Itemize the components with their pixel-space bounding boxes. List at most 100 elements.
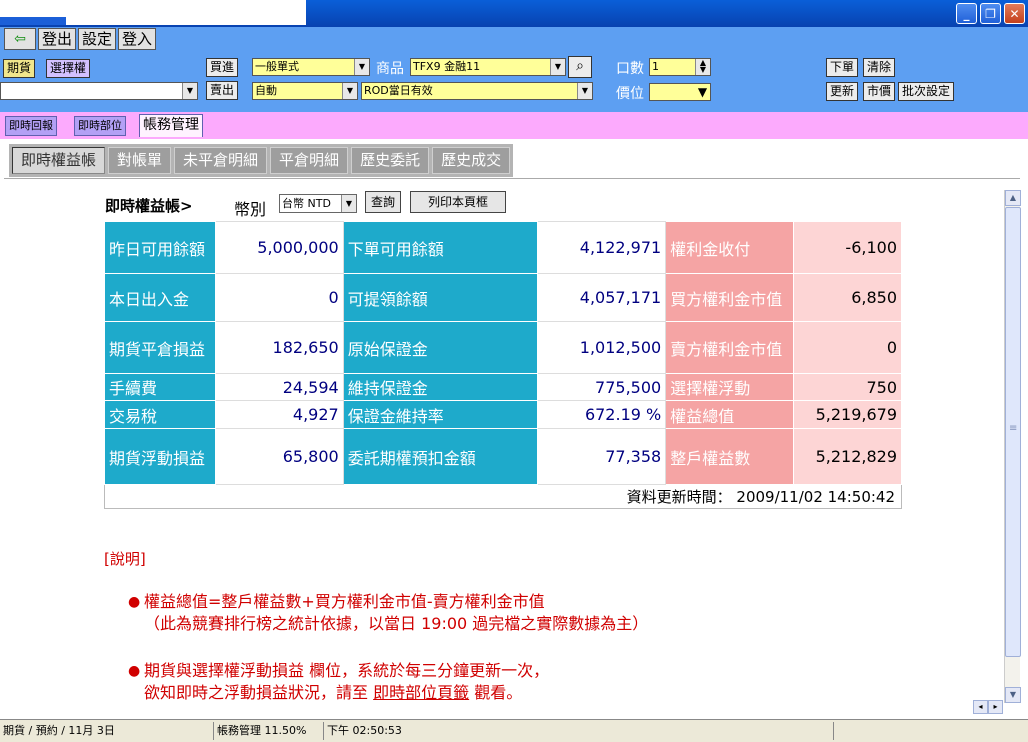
query-button[interactable]: 查詢 (365, 191, 401, 213)
label-cell: 期貨平倉損益 (104, 321, 216, 374)
order-mode-value: 自動 (255, 84, 277, 97)
futures-button[interactable]: 期貨 (3, 59, 36, 78)
note-text: 期貨與選擇權浮動損益 欄位，系統於每三分鐘更新一次， (144, 661, 550, 680)
buy-button[interactable]: 買進 (206, 58, 239, 77)
value-cell: 65,800 (214, 428, 344, 485)
label-cell: 手續費 (104, 373, 216, 401)
tab-open-positions[interactable]: 未平倉明細 (174, 147, 268, 174)
scroll-thumb[interactable] (1005, 207, 1021, 657)
label-cell: 選擇權浮動 (665, 373, 794, 401)
price-select[interactable]: ▼ (649, 83, 711, 101)
tab-statement[interactable]: 對帳單 (108, 147, 172, 174)
update-time-row: 資料更新時間： 2009/11/02 14:50:42 (104, 484, 902, 509)
tab-realtime-reports[interactable]: 即時回報 (5, 116, 57, 136)
value-cell: 5,212,829 (792, 428, 903, 485)
status-module: 帳務管理 11.50% (214, 722, 324, 740)
value-cell: 4,057,171 (537, 273, 667, 322)
order-type-select[interactable]: 一般單式 ▼ (252, 58, 370, 76)
note-text-post: 觀看。 (474, 683, 523, 702)
value-cell: -6,100 (792, 221, 903, 274)
positions-tab-link[interactable]: 即時部位頁籤 (373, 683, 469, 702)
note-text: 權益總值=整戶權益數+買方權利金市值-賣方權利金市值 (144, 592, 545, 611)
value-cell: 0 (792, 321, 903, 374)
quantity-stepper[interactable]: 1 ▲ ▼ (649, 58, 711, 76)
pin-icon[interactable]: ⇦ (4, 28, 36, 50)
scroll-up-icon[interactable]: ▲ (1005, 190, 1021, 206)
quantity-label: 口數 (616, 61, 644, 77)
product-label: 商品 (376, 61, 404, 77)
currency-select[interactable]: 台幣 NTD ▼ (279, 194, 357, 213)
sell-button[interactable]: 賣出 (206, 81, 239, 100)
place-order-button[interactable]: 下單 (826, 58, 859, 77)
value-cell: 672.19 % (537, 400, 667, 429)
label-cell: 維持保證金 (342, 373, 539, 401)
product-value: TFX9 金融11 (413, 60, 481, 73)
tab-order-history[interactable]: 歷史委託 (351, 147, 430, 174)
duration-select[interactable]: ROD當日有效 ▼ (361, 82, 593, 100)
close-button[interactable]: ✕ (1004, 3, 1025, 24)
scroll-left-icon[interactable]: ◂ (973, 700, 988, 714)
notes-title: [說明] (104, 550, 146, 568)
product-select[interactable]: TFX9 金融11 ▼ (410, 58, 566, 76)
batch-settings-button[interactable]: 批次設定 (898, 82, 955, 101)
label-cell: 原始保證金 (342, 321, 539, 374)
minimize-button[interactable]: _ (956, 3, 977, 24)
stepper-arrows-icon[interactable]: ▲ ▼ (695, 59, 710, 75)
value-cell: 750 (792, 373, 903, 401)
sub-tabs: 即時權益帳 對帳單 未平倉明細 平倉明細 歷史委託 歷史成交 (9, 144, 514, 177)
order-frame: ⇦ 登出 設定 登入 期貨 選擇權 ▼ 買進 賣出 一般單式 ▼ 自動 ▼ 商品… (0, 27, 1028, 112)
account-select[interactable]: ▼ (0, 82, 198, 100)
currency-label: 幣別 (234, 200, 267, 219)
value-cell: 4,122,971 (537, 221, 667, 274)
label-cell: 保證金維持率 (342, 400, 539, 429)
scroll-right-icon[interactable]: ▸ (988, 700, 1003, 714)
search-icon[interactable]: ⌕ (568, 56, 592, 78)
label-cell: 整戶權益數 (665, 428, 794, 485)
scroll-down-icon[interactable]: ▼ (1005, 687, 1021, 703)
tab-account-management[interactable]: 帳務管理 (139, 114, 203, 137)
table-row: 交易稅 4,927 保證金維持率 672.19 % 權益總值 5,219,679 (104, 400, 903, 429)
label-cell: 委託期權預扣金額 (342, 428, 539, 485)
title-bar: _ ❐ ✕ (0, 0, 1028, 27)
price-label: 價位 (616, 86, 644, 102)
chevron-down-icon: ▼ (695, 84, 710, 100)
market-price-button[interactable]: 市價 (863, 82, 896, 101)
quantity-value: 1 (652, 60, 659, 73)
options-button[interactable]: 選擇權 (46, 59, 91, 78)
tab-realtime-equity[interactable]: 即時權益帳 (12, 147, 106, 174)
account-content: 即時權益帳 對帳單 未平倉明細 平倉明細 歷史委託 歷史成交 即時權益帳> 幣別… (0, 139, 1020, 719)
section-title: 即時權益帳> (105, 197, 193, 215)
settings-button[interactable]: 設定 (78, 28, 117, 50)
main-toolbar: ⇦ 登出 設定 登入 (4, 28, 157, 51)
table-row: 昨日可用餘額 5,000,000 下單可用餘額 4,122,971 權利金收付 -6,10… (104, 221, 903, 274)
tab-closed-positions[interactable]: 平倉明細 (270, 147, 349, 174)
vertical-scrollbar[interactable]: ▲ ▼ (1004, 190, 1021, 703)
update-time-label: 資料更新時間： (626, 488, 732, 506)
bullet-icon: ● (128, 663, 141, 679)
login-button[interactable]: 登入 (118, 28, 157, 50)
clear-button[interactable]: 清除 (863, 58, 896, 77)
chevron-down-icon: ▼ (182, 83, 197, 99)
equity-table: 昨日可用餘額 5,000,000 下單可用餘額 4,122,971 權利金收付 -6,10… (104, 221, 903, 509)
label-cell: 交易稅 (104, 400, 216, 429)
label-cell: 可提領餘額 (342, 273, 539, 322)
order-mode-select[interactable]: 自動 ▼ (252, 82, 358, 100)
status-market: 期貨 / 預約 / 11月 3日 (0, 722, 214, 740)
tab-trade-history[interactable]: 歷史成交 (432, 147, 511, 174)
chevron-down-icon: ▼ (341, 195, 356, 212)
update-button[interactable]: 更新 (826, 82, 859, 101)
note-text: （此為競賽排行榜之統計依據，以當日 19:00 過完檔之實際數據為主） (144, 614, 649, 633)
note-text-pre: 欲知即時之浮動損益狀況，請至 (144, 683, 369, 702)
print-page-button[interactable]: 列印本頁框 (410, 191, 506, 213)
label-cell: 買方權利金市值 (665, 273, 794, 322)
chevron-down-icon: ▼ (354, 59, 369, 75)
label-cell: 期貨浮動損益 (104, 428, 216, 485)
value-cell: 1,012,500 (537, 321, 667, 374)
table-row: 期貨浮動損益 65,800 委託期權預扣金額 77,358 整戶權益數 5,212,829 (104, 428, 903, 485)
note-text-line: 欲知即時之浮動損益狀況，請至 即時部位頁籤 觀看。 (144, 682, 549, 704)
bullet-icon: ● (128, 594, 141, 610)
restore-button[interactable]: ❐ (980, 3, 1001, 24)
tab-realtime-positions[interactable]: 即時部位 (74, 116, 126, 136)
logout-button[interactable]: 登出 (38, 28, 77, 50)
horizontal-scroll-arrows: ◂ ▸ (973, 700, 1003, 714)
